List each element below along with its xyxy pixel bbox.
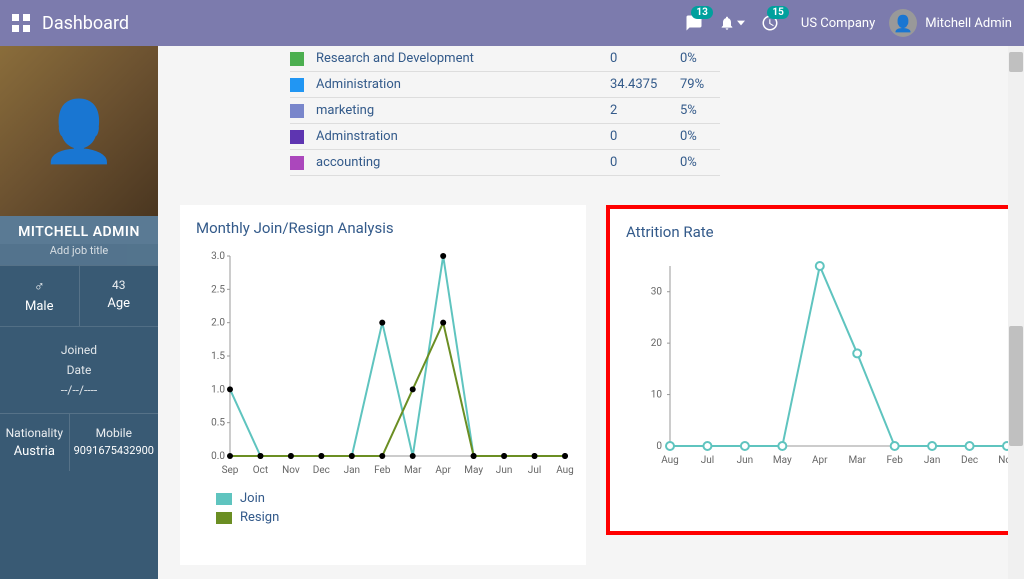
messages-badge: 13 [691,6,712,19]
svg-text:Aug: Aug [661,455,679,466]
scrollbar[interactable] [1008,46,1024,579]
svg-text:Feb: Feb [374,465,391,476]
messages-icon[interactable]: 13 [685,14,703,32]
attrition-chart-title: Attrition Rate [626,223,1002,241]
svg-text:0.0: 0.0 [211,451,225,462]
svg-text:Mar: Mar [404,465,422,476]
activities-badge: 15 [767,6,788,19]
profile-sidebar: 👤 MITCHELL ADMIN Add job title ♂ Male 43… [0,46,158,579]
dept-pct: 0% [680,129,720,144]
svg-text:Jul: Jul [701,455,714,466]
username[interactable]: Mitchell Admin [925,16,1012,31]
svg-text:Aug: Aug [556,465,574,476]
svg-text:2.5: 2.5 [211,284,225,295]
svg-text:0.5: 0.5 [211,418,225,429]
dept-pct: 0% [680,51,720,66]
svg-text:Dec: Dec [313,465,330,476]
svg-text:0: 0 [656,441,662,452]
join-resign-chart: 0.0 0.5 1.0 1.5 2.0 2.5 3.0 Sep Oct Nov Dec Jan Feb M… [200,251,570,481]
department-table: Research and Development 0 0% Administra… [290,46,720,191]
apps-icon[interactable] [12,14,30,32]
attrition-card: Attrition Rate 0 10 20 30 Aug Jul Jun May Apr Mar… [606,205,1022,535]
svg-text:Jan: Jan [344,465,360,476]
dept-value: 0 [610,129,680,144]
svg-text:Oct: Oct [253,465,268,476]
svg-text:Nov: Nov [282,465,300,476]
join-chart-title: Monthly Join/Resign Analysis [196,219,570,237]
color-swatch [290,104,304,118]
dept-value: 0 [610,51,680,66]
dept-value: 2 [610,103,680,118]
table-row: Research and Development 0 0% [290,46,720,72]
dept-pct: 0% [680,155,720,170]
color-swatch [290,78,304,92]
svg-text:10: 10 [651,390,663,401]
dept-pct: 79% [680,77,720,92]
dept-pct: 5% [680,103,720,118]
profile-name: MITCHELL ADMIN [0,216,158,244]
color-swatch [290,156,304,170]
svg-text:Sep: Sep [222,465,239,476]
svg-text:Dec: Dec [961,455,978,466]
scrollbar-up[interactable] [1009,52,1023,72]
color-swatch [290,52,304,66]
attrition-chart: 0102030AugJulJunMayAprMarFebJanDecNov [632,261,1012,491]
table-row: accounting 0 0% [290,150,720,176]
color-swatch [290,130,304,144]
nationality-cell: Nationality Austria [0,413,70,471]
table-row: Adminstration 0 0% [290,124,720,150]
svg-text:Apr: Apr [812,455,828,466]
scrollbar-thumb[interactable] [1009,326,1023,446]
notifications-icon[interactable] [719,15,745,31]
job-title-input[interactable]: Add job title [0,244,158,265]
svg-text:1.5: 1.5 [211,351,225,362]
join-resign-card: Monthly Join/Resign Analysis 0.0 0.5 1.0 1.… [180,205,586,565]
svg-text:20: 20 [651,338,663,349]
gender-cell: ♂ Male [0,265,80,326]
legend-resign[interactable]: Resign [216,510,570,525]
svg-text:30: 30 [651,287,663,298]
svg-text:Jan: Jan [924,455,940,466]
svg-text:Feb: Feb [886,455,903,466]
table-row: marketing 2 5% [290,98,720,124]
dept-name[interactable]: Administration [316,77,610,92]
svg-text:1.0: 1.0 [211,384,225,395]
dept-name[interactable]: marketing [316,103,610,118]
age-cell: 43 Age [80,265,159,326]
svg-text:Jun: Jun [496,465,513,476]
dept-name[interactable]: accounting [316,155,610,170]
dept-value: 34.4375 [610,77,680,92]
table-row: Administration 34.4375 79% [290,72,720,98]
page-title: Dashboard [42,13,129,34]
dept-name[interactable]: Research and Development [316,51,610,66]
svg-text:2.0: 2.0 [211,318,225,329]
svg-text:May: May [464,465,483,476]
svg-text:Mar: Mar [848,455,866,466]
svg-text:May: May [773,455,792,466]
svg-text:3.0: 3.0 [211,251,225,262]
svg-text:Jun: Jun [737,455,754,466]
avatar[interactable]: 👤 [889,9,917,37]
dept-value: 0 [610,155,680,170]
joined-block: Joined Date --/--/---- [0,326,158,413]
activities-icon[interactable]: 15 [761,14,779,32]
dept-name[interactable]: Adminstration [316,129,610,144]
profile-photo[interactable]: 👤 [0,46,158,216]
svg-text:Apr: Apr [435,465,451,476]
company-selector[interactable]: US Company [801,16,875,31]
svg-text:Jul: Jul [528,465,541,476]
legend-join[interactable]: Join [216,491,570,506]
mobile-cell: Mobile 9091675432900 [70,413,158,471]
